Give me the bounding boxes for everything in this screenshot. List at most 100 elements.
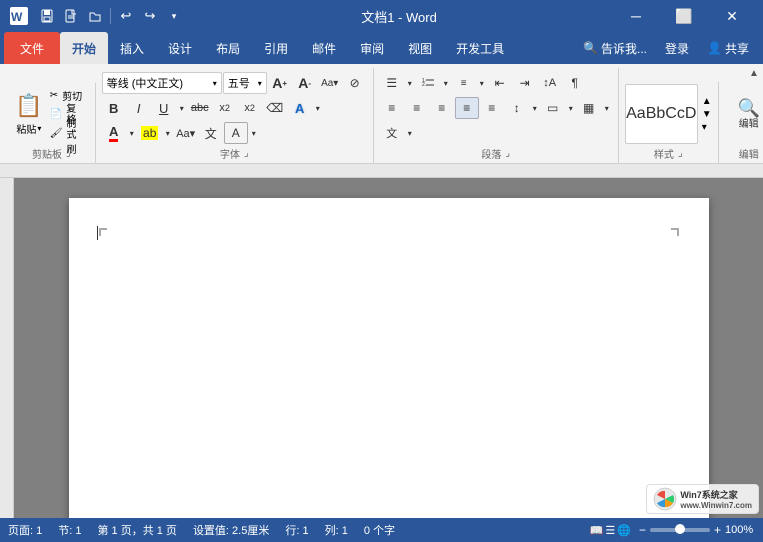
chinese-layout-dropdown[interactable]: ▾ <box>405 122 415 144</box>
open-qa-button[interactable] <box>84 5 106 27</box>
numbering-button[interactable]: 1.2. <box>416 72 440 94</box>
phonetic-button[interactable]: 文 <box>199 122 223 144</box>
word-logo-icon: W <box>8 5 30 27</box>
paste-dropdown-arrow: ▾ <box>37 124 41 133</box>
login-button[interactable]: 登录 <box>659 40 695 57</box>
help-search[interactable]: 🔍 告诉我... <box>577 40 653 57</box>
shading-dropdown[interactable]: ▾ <box>566 97 576 119</box>
font-name-dropdown-arrow: ▾ <box>213 79 217 88</box>
font-color-button[interactable]: A <box>102 122 126 144</box>
superscript-button[interactable]: x2 <box>238 97 262 119</box>
text-border-button[interactable]: A <box>224 122 248 144</box>
web-icon[interactable]: 🌐 <box>617 524 631 537</box>
close-button[interactable]: ✕ <box>709 0 755 32</box>
save-qa-button[interactable] <box>36 5 58 27</box>
zoom-slider[interactable] <box>650 528 710 532</box>
multilevel-button[interactable]: ≡ <box>452 72 476 94</box>
distribute-button[interactable]: ≡ <box>480 97 504 119</box>
font-row3: A ▾ ab ▾ Aa▾ 文 A ▾ <box>102 122 259 144</box>
change-case-button[interactable]: Aa▾ <box>318 72 342 94</box>
justify-button[interactable]: ≡ <box>455 97 479 119</box>
font-name-selector[interactable]: 等线 (中文正文) ▾ <box>102 72 222 94</box>
bullets-dropdown[interactable]: ▾ <box>405 72 415 94</box>
text-border-dropdown[interactable]: ▾ <box>249 122 259 144</box>
numbering-dropdown[interactable]: ▾ <box>441 72 451 94</box>
menu-item-file[interactable]: 文件 <box>4 32 60 64</box>
minimize-button[interactable]: ─ <box>613 0 659 32</box>
para-row1: ☰ ▾ 1.2. ▾ ≡ ▾ ⇤ ⇥ ↕A ¶ <box>380 72 587 94</box>
line-spacing-dropdown[interactable]: ▾ <box>530 97 540 119</box>
align-center-button[interactable]: ≡ <box>405 97 429 119</box>
highlight-dropdown[interactable]: ▾ <box>163 122 173 144</box>
new-doc-qa-button[interactable] <box>60 5 82 27</box>
menu-item-developer[interactable]: 开发工具 <box>444 32 516 64</box>
sort-button[interactable]: ↕A <box>538 72 562 94</box>
paragraph-label: 段落 ⌟ <box>380 144 612 161</box>
subscript-button[interactable]: x2 <box>213 97 237 119</box>
menu-item-insert[interactable]: 插入 <box>108 32 156 64</box>
document-area[interactable]: Win7系统之家 www.Winwin7.com <box>14 178 763 542</box>
title-bar-left: W ↩ ↪ ▾ <box>8 5 185 27</box>
bold-button[interactable]: B <box>102 97 126 119</box>
zoom-out-button[interactable]: − <box>639 523 646 537</box>
paragraph-content: ☰ ▾ 1.2. ▾ ≡ ▾ ⇤ ⇥ ↕A ¶ ≡ ≡ ≡ <box>380 68 612 144</box>
align-right-button[interactable]: ≡ <box>430 97 454 119</box>
menu-item-view[interactable]: 视图 <box>396 32 444 64</box>
redo-button[interactable]: ↪ <box>139 5 161 27</box>
text-effect-button[interactable]: A <box>288 97 312 119</box>
menu-item-layout[interactable]: 布局 <box>204 32 252 64</box>
styles-dropdown[interactable]: ▲ ▼ ▾ <box>702 96 712 133</box>
font-decrease-button[interactable]: A- <box>293 72 317 94</box>
clipboard-expand-icon[interactable]: ⌟ <box>66 148 71 159</box>
underline-dropdown[interactable]: ▾ <box>177 97 187 119</box>
format-painter-button[interactable]: 🖌 格式刷 <box>46 125 89 143</box>
menu-item-design[interactable]: 设计 <box>156 32 204 64</box>
font-color-dropdown[interactable]: ▾ <box>127 122 137 144</box>
multilevel-dropdown[interactable]: ▾ <box>477 72 487 94</box>
bullets-button[interactable]: ☰ <box>380 72 404 94</box>
strikethrough-button[interactable]: abc <box>188 97 212 119</box>
paste-button[interactable]: 📋 粘贴 ▾ <box>14 87 44 143</box>
clear-format-button[interactable]: ⊘ <box>343 72 367 94</box>
clipboard-small-buttons: ✂ 剪切 📄 复制 🖌 格式刷 <box>46 87 89 143</box>
font-size-selector[interactable]: 五号 ▾ <box>223 72 267 94</box>
styles-content: AaBbCcD ▲ ▼ ▾ <box>625 82 712 144</box>
zoom-in-button[interactable]: + <box>714 523 721 537</box>
collapse-ribbon-button[interactable]: ▲ <box>745 64 763 82</box>
decrease-indent-button[interactable]: ⇤ <box>488 72 512 94</box>
find-button[interactable]: 🔍 编辑 <box>733 87 763 143</box>
italic-button[interactable]: I <box>127 97 151 119</box>
chinese-layout-button[interactable]: 文 <box>380 122 404 144</box>
styles-gallery[interactable]: AaBbCcD <box>625 84 698 144</box>
font-size-aa-button[interactable]: Aa▾ <box>174 122 198 144</box>
font-increase-button[interactable]: A+ <box>268 72 292 94</box>
borders-button[interactable]: ▦ <box>577 97 601 119</box>
document-page[interactable] <box>69 198 709 542</box>
underline-button[interactable]: U <box>152 97 176 119</box>
zoom-level[interactable]: 100% <box>725 524 755 536</box>
line-spacing-button[interactable]: ↕ <box>505 97 529 119</box>
menu-item-mailings[interactable]: 邮件 <box>300 32 348 64</box>
font-expand-icon[interactable]: ⌟ <box>244 148 249 159</box>
increase-indent-button[interactable]: ⇥ <box>513 72 537 94</box>
menu-item-review[interactable]: 审阅 <box>348 32 396 64</box>
show-para-button[interactable]: ¶ <box>563 72 587 94</box>
customize-qa-button[interactable]: ▾ <box>163 5 185 27</box>
restore-button[interactable]: ⬜ <box>661 0 707 32</box>
watermark-text: Win7系统之家 www.Winwin7.com <box>680 488 752 510</box>
styles-expand-icon[interactable]: ⌟ <box>678 148 683 159</box>
layout-icon[interactable]: ☰ <box>605 524 615 537</box>
highlight-button[interactable]: ab <box>138 122 162 144</box>
share-button[interactable]: 👤 共享 <box>701 40 755 57</box>
menu-item-references[interactable]: 引用 <box>252 32 300 64</box>
text-effect-dropdown[interactable]: ▾ <box>313 97 323 119</box>
borders-dropdown[interactable]: ▾ <box>602 97 612 119</box>
spelling-icon[interactable]: 📖 <box>590 524 604 537</box>
content-area: Win7系统之家 www.Winwin7.com <box>0 164 763 542</box>
paragraph-expand-icon[interactable]: ⌟ <box>505 148 510 159</box>
eraser-button[interactable]: ⌫ <box>263 97 287 119</box>
shading-button[interactable]: ▭ <box>541 97 565 119</box>
menu-item-home[interactable]: 开始 <box>60 32 108 64</box>
undo-button[interactable]: ↩ <box>115 5 137 27</box>
align-left-button[interactable]: ≡ <box>380 97 404 119</box>
